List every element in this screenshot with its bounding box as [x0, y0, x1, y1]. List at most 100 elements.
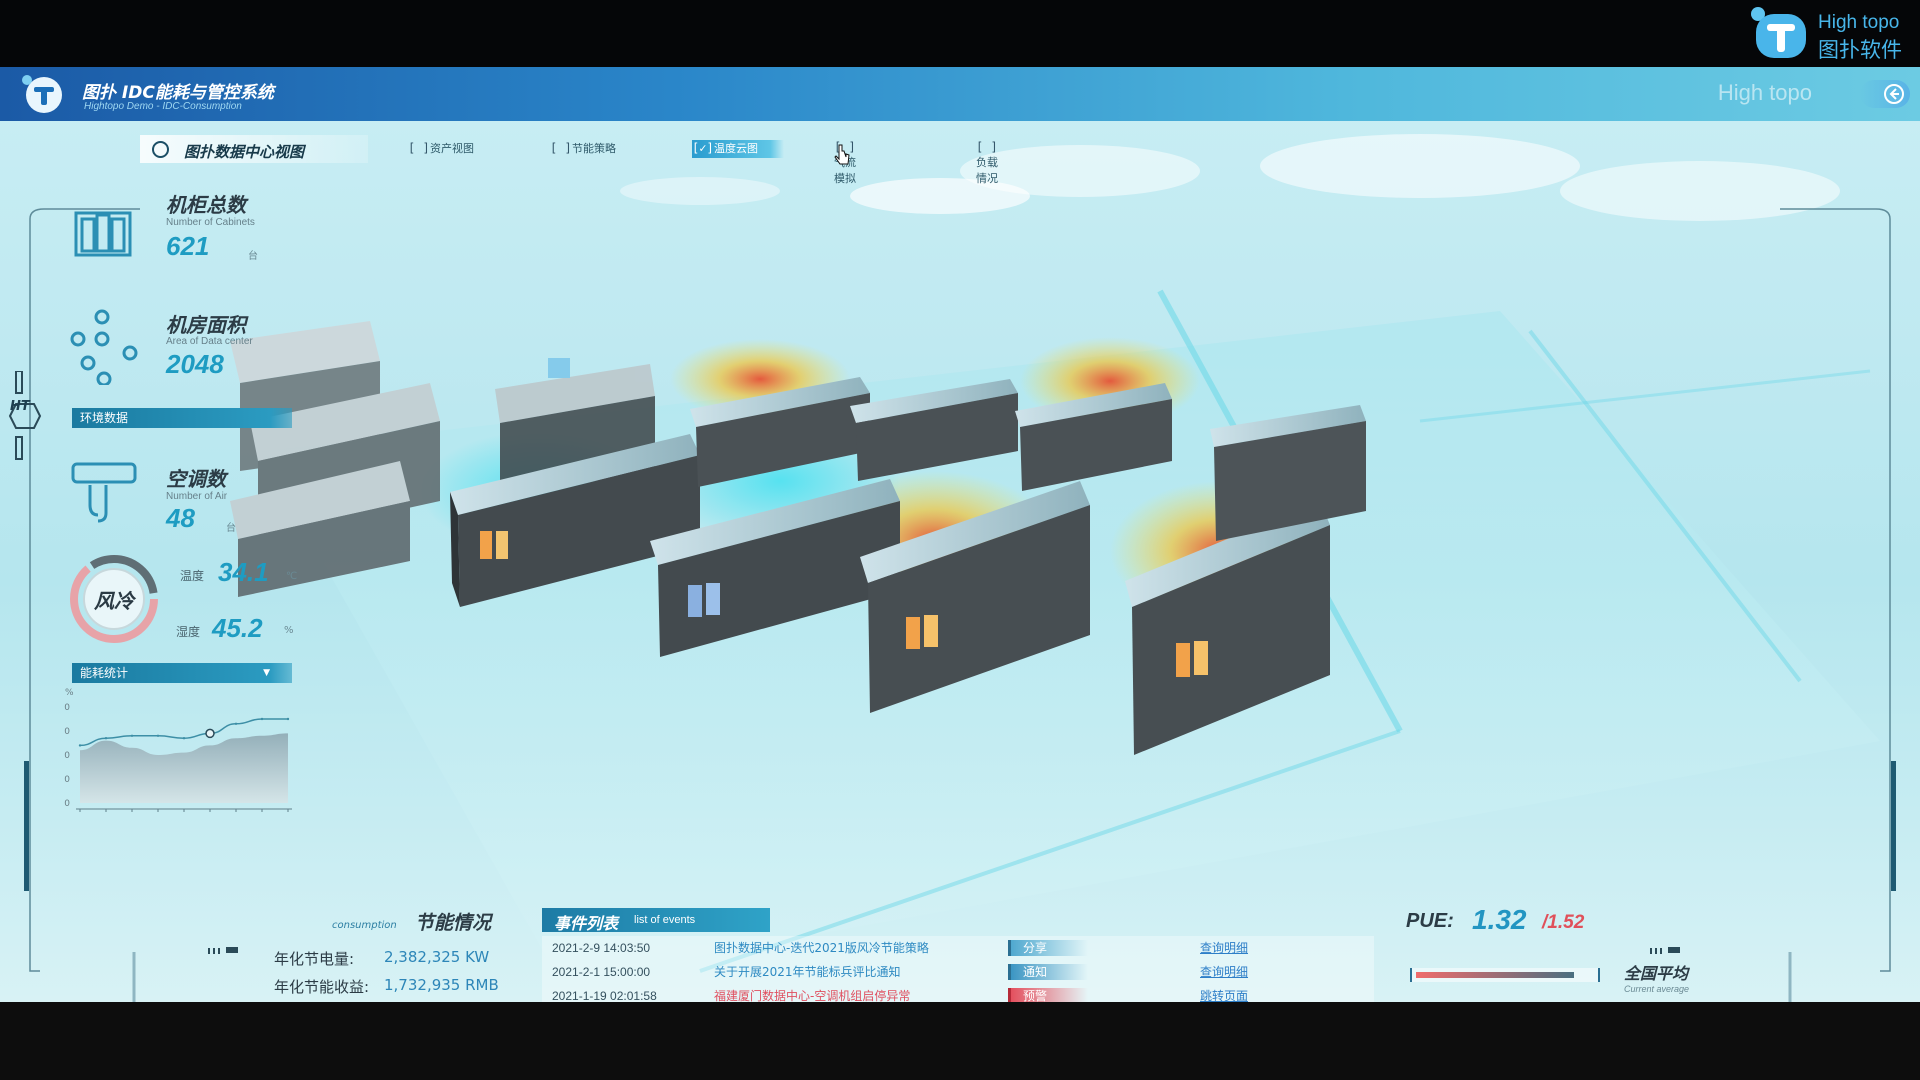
event-row[interactable]: 2021-2-9 14:03:50 图扑数据中心-迭代2021版风冷节能策略 分… — [542, 936, 1374, 960]
bottom-black-bar — [0, 1002, 1920, 1080]
tab-label: 节能策略 — [572, 142, 616, 155]
chart-y-unit: % — [65, 688, 74, 698]
annual-income-label: 年化节能收益: — [274, 978, 370, 996]
bottom-panel: consumption 节能情况 年化节电量: 2,382,325 KW 年化节… — [0, 882, 1920, 1002]
chart-line-point — [286, 717, 290, 721]
event-tag: 通知 — [1008, 964, 1088, 980]
tab-temperature-cloud[interactable]: [✓]温度云图 — [692, 140, 784, 158]
humidity-unit: % — [284, 625, 294, 636]
event-jump-link[interactable]: 跳转页面 — [1200, 984, 1248, 1002]
events-panel: 事件列表 list of events 2021-2-9 14:03:50 图扑… — [538, 908, 1374, 1002]
tab-label: 温度云图 — [714, 142, 758, 155]
ht-label: HT — [10, 399, 30, 414]
chart-line-point — [260, 717, 264, 721]
checkbox-icon: [ ] — [550, 141, 572, 155]
chart-highlight-point — [205, 728, 215, 739]
event-row[interactable]: 2021-2-1 15:00:00 关于开展2021年节能标兵评比通知 通知 查… — [542, 960, 1374, 984]
area-en: Area of Data center — [166, 336, 253, 347]
cabinets-value: 621 — [166, 231, 210, 261]
event-detail-link[interactable]: 查询明细 — [1200, 960, 1248, 984]
hightopo-logo-icon — [1751, 7, 1806, 58]
tab-label: 负载情况 — [976, 156, 998, 185]
events-header: 事件列表 list of events — [542, 908, 770, 933]
arrow-left-icon — [1884, 84, 1904, 104]
event-message[interactable]: 图扑数据中心-迭代2021版风冷节能策略 — [714, 936, 929, 960]
aircon-en: Number of Air — [166, 491, 228, 502]
pue-slider-fill — [1416, 972, 1574, 978]
viewport: High topo 图扑软件 图扑 IDC能耗与管控系统 Hightopo De… — [0, 0, 1920, 1080]
pue-label: PUE: — [1406, 910, 1454, 932]
event-time: 2021-1-19 02:01:58 — [552, 989, 657, 1002]
env-section-header: 环境数据 — [72, 408, 292, 428]
logo-text-en: High topo — [1818, 12, 1900, 33]
aircon-value: 48 — [166, 503, 195, 533]
annual-power-row: 年化节电量: 2,382,325 KW — [274, 948, 489, 969]
chevron-down-icon[interactable]: ▼ — [263, 663, 270, 683]
company-logo: High topo 图扑软件 — [1750, 2, 1910, 64]
cabinet-icon — [74, 211, 132, 257]
chart-line-point — [78, 744, 82, 747]
checkbox-icon: [ ] — [976, 140, 998, 154]
chart-line-point — [182, 737, 186, 740]
cabinets-unit: 台 — [248, 251, 258, 262]
header-brand: High topo — [1717, 80, 1812, 105]
chart-y-tick: 10 — [64, 775, 70, 785]
scene-render[interactable] — [0, 121, 1920, 1002]
app-header: 图扑 IDC能耗与管控系统 Hightopo Demo - IDC-Consum… — [0, 67, 1920, 121]
side-toggle[interactable]: HT — [6, 370, 42, 461]
annual-income-value: 1,732,935 RMB — [384, 976, 499, 994]
pue-current: 1.32 — [1472, 904, 1527, 935]
event-message[interactable]: 关于开展2021年节能标兵评比通知 — [714, 960, 901, 984]
pue-slider[interactable] — [1410, 968, 1600, 982]
chart-line-point — [234, 722, 238, 725]
gauge-label: 风冷 — [94, 589, 134, 613]
tab-load-status[interactable]: [ ] 负载情况 — [976, 140, 998, 185]
back-button[interactable] — [1860, 80, 1910, 108]
pue-target: /1.52 — [1542, 912, 1585, 933]
humidity-value: 45.2 — [212, 613, 263, 643]
event-message[interactable]: 福建厦门数据中心-空调机组启停异常 — [714, 984, 910, 1002]
app-title: 图扑 IDC能耗与管控系统 — [82, 83, 274, 103]
datacenter-3d-scene[interactable]: 图扑数据中心视图 [ ]资产视图 [ ]节能策略 [✓]温度云图 [ ]气流模拟… — [0, 121, 1920, 1002]
tab-energy-strategy[interactable]: [ ]节能策略 — [550, 140, 616, 158]
chart-y-tick: 40 — [64, 703, 70, 713]
saving-title-cn: 节能情况 — [415, 912, 492, 934]
pue-panel: PUE: 1.32 /1.52 全国平均 Current average — [1396, 904, 1696, 1002]
temperature-unit: ℃ — [286, 571, 298, 582]
energy-section-header[interactable]: 能耗统计 ▼ — [72, 663, 292, 683]
pue-avg-en: Current average — [1624, 984, 1690, 994]
aircon-unit: 台 — [226, 523, 236, 534]
air-conditioner-icon — [71, 462, 137, 523]
event-tag: 分享 — [1008, 940, 1088, 956]
energy-section-label: 能耗统计 — [80, 666, 129, 680]
annual-power-label: 年化节电量: — [274, 950, 355, 968]
app-window: 图扑 IDC能耗与管控系统 Hightopo Demo - IDC-Consum… — [0, 67, 1920, 1002]
temperature-label: 温度 — [180, 569, 205, 583]
energy-saving-panel: consumption 节能情况 年化节电量: 2,382,325 KW 年化节… — [260, 904, 530, 1002]
chart-y-tick: 30 — [64, 727, 70, 737]
event-detail-link[interactable]: 查询明细 — [1200, 936, 1248, 960]
cabinets-en: Number of Cabinets — [166, 217, 255, 228]
saving-title-en: consumption — [332, 920, 397, 931]
tab-home-label: 图扑数据中心视图 — [184, 143, 305, 161]
annual-power-value: 2,382,325 KW — [384, 948, 490, 966]
tab-datacenter-view[interactable]: 图扑数据中心视图 — [140, 135, 368, 163]
logo-text-cn: 图扑软件 — [1818, 38, 1902, 62]
chart-area-series — [80, 733, 288, 803]
tab-asset-view[interactable]: [ ]资产视图 — [408, 140, 474, 158]
chart-line-point — [130, 734, 134, 737]
events-list: 2021-2-9 14:03:50 图扑数据中心-迭代2021版风冷节能策略 分… — [542, 936, 1374, 1002]
network-nodes-icon — [70, 309, 138, 385]
checkbox-icon: [ ] — [408, 141, 430, 155]
pue-avg-label: 全国平均 — [1624, 964, 1689, 983]
refresh-icon — [152, 141, 169, 158]
chart-y-tick: 0 — [64, 799, 70, 809]
event-row[interactable]: 2021-1-19 02:01:58 福建厦门数据中心-空调机组启停异常 预警 … — [542, 984, 1374, 1002]
annual-income-row: 年化节能收益: 1,732,935 RMB — [274, 976, 499, 997]
energy-chart: 0 10 20 30 40% — [64, 688, 292, 812]
tab-label: 资产视图 — [430, 142, 474, 155]
events-title-en: list of events — [634, 914, 696, 926]
checkbox-checked-icon: [✓] — [692, 141, 714, 155]
event-tag: 预警 — [1008, 988, 1088, 1002]
app-subtitle: Hightopo Demo - IDC-Consumption — [84, 101, 242, 112]
